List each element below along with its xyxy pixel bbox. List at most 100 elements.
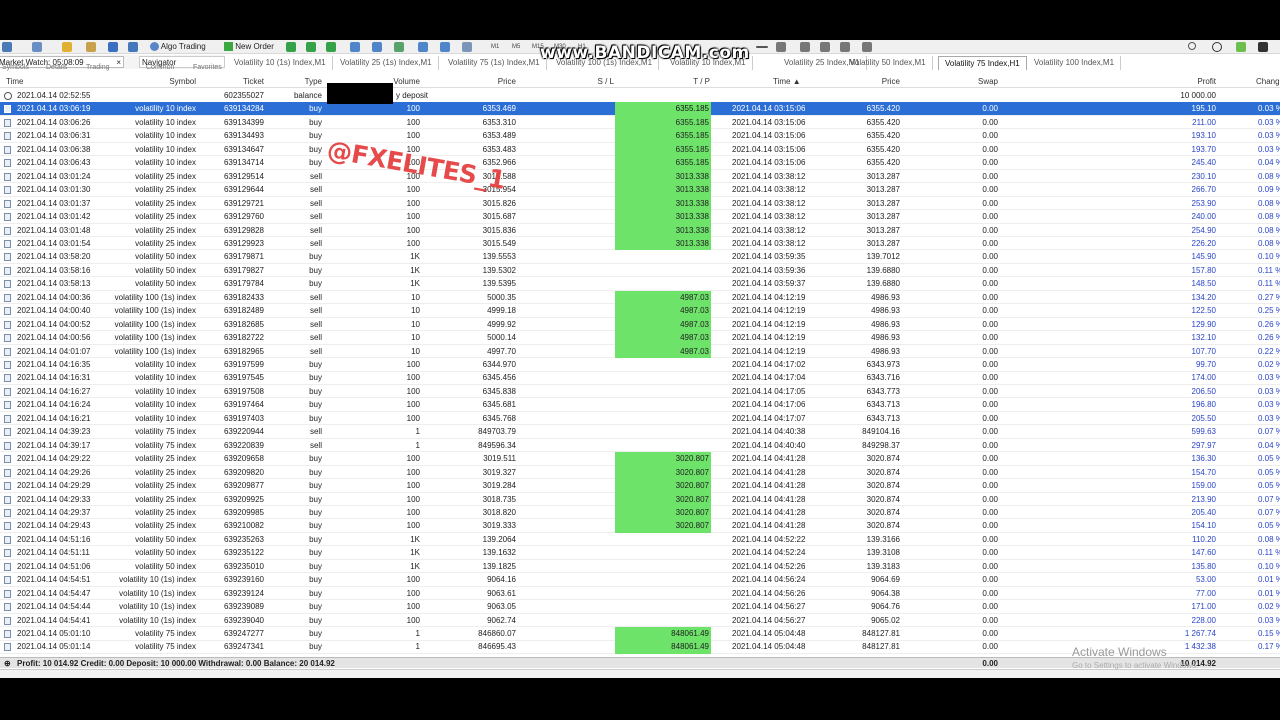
- table-row[interactable]: 2021.04.14 03:01:54 volatility 25 index 63…: [0, 236, 1280, 251]
- table-row[interactable]: 2021.04.14 03:58:13 volatility 50 index 63…: [0, 277, 1280, 291]
- cell-ticket: 639247277: [223, 629, 264, 638]
- tab-details[interactable]: Details: [46, 64, 67, 71]
- col-time[interactable]: Time: [6, 76, 23, 88]
- table-row[interactable]: 2021.04.14 04:00:56 volatility 100 (1s) i…: [0, 331, 1280, 345]
- col-price[interactable]: Price: [436, 76, 516, 88]
- chart-tab-6[interactable]: Volatility 50 Index,M1: [844, 56, 933, 70]
- table-row[interactable]: 2021.04.14 03:58:16 volatility 50 index 63…: [0, 264, 1280, 278]
- col-change[interactable]: Chang: [1256, 76, 1280, 88]
- table-row[interactable]: 2021.04.14 03:01:30 volatility 25 index 63…: [0, 183, 1280, 197]
- table-row[interactable]: 2021.04.14 04:29:22 volatility 25 index 63…: [0, 452, 1280, 466]
- community-icon[interactable]: [1236, 42, 1246, 52]
- table-row[interactable]: 2021.04.14 04:51:06 volatility 50 index 63…: [0, 560, 1280, 574]
- chart-tab-1[interactable]: Volatility 25 (1s) Index,M1: [334, 56, 439, 70]
- table-row[interactable]: 2021.04.14 04:39:17 volatility 75 index 63…: [0, 439, 1280, 453]
- table-row[interactable]: 2021.04.14 04:51:16 volatility 50 index 63…: [0, 533, 1280, 547]
- table-row[interactable]: 2021.04.14 03:06:31 volatility 10 index 63…: [0, 129, 1280, 143]
- candles-icon[interactable]: [306, 42, 316, 52]
- channel-icon[interactable]: [800, 42, 810, 52]
- table-row[interactable]: 2021.04.14 04:29:26 volatility 25 index 63…: [0, 465, 1280, 480]
- col-type[interactable]: Type: [272, 76, 322, 88]
- autoscroll-icon[interactable]: [418, 42, 428, 52]
- terminal-icon[interactable]: [108, 42, 118, 52]
- table-row[interactable]: 2021.04.14 04:29:43 volatility 25 index 63…: [0, 519, 1280, 533]
- tf-m1[interactable]: M1: [491, 42, 499, 52]
- account-icon[interactable]: [1212, 42, 1222, 52]
- table-row[interactable]: 2021.04.14 04:16:35 volatility 10 index 63…: [0, 358, 1280, 372]
- zoom-out-icon[interactable]: [372, 42, 382, 52]
- col-symbol[interactable]: Symbol: [100, 76, 196, 88]
- tab-common[interactable]: Common: [146, 64, 174, 71]
- chart-tab-8[interactable]: Volatility 100 Index,M1: [1028, 56, 1122, 70]
- text-tool-icon[interactable]: [840, 42, 850, 52]
- cell-sl: [560, 304, 614, 318]
- col-swap[interactable]: Swap: [940, 76, 998, 88]
- col-time2[interactable]: Time ▲: [773, 76, 801, 88]
- chart-shift-icon[interactable]: [440, 42, 450, 52]
- zoom-in-icon[interactable]: [350, 42, 360, 52]
- cell-close-time: 2021.04.14 05:04:48: [732, 642, 806, 652]
- table-row[interactable]: 2021.04.14 04:00:36 volatility 100 (1s) i…: [0, 290, 1280, 305]
- chart-icon[interactable]: [2, 42, 12, 52]
- table-row[interactable]: 2021.04.14 04:54:41 volatility 10 (1s) in…: [0, 614, 1280, 628]
- table-row[interactable]: 2021.04.14 04:16:21 volatility 10 index 63…: [0, 412, 1280, 426]
- line-chart-icon[interactable]: [326, 42, 336, 52]
- table-row[interactable]: 2021.04.14 03:06:19 volatility 10 index 63…: [0, 102, 1280, 116]
- col-price2[interactable]: Price: [820, 76, 900, 88]
- table-row[interactable]: 2021.04.14 04:16:31 volatility 10 index 63…: [0, 371, 1280, 385]
- indicators-icon[interactable]: [462, 42, 472, 52]
- table-row[interactable]: 2021.04.14 04:16:27 volatility 10 index 63…: [0, 385, 1280, 399]
- shapes-icon[interactable]: [862, 42, 872, 52]
- trendline-icon[interactable]: [776, 42, 786, 52]
- chart-tab-3[interactable]: Volatility 100 (1s) Index,M1: [550, 56, 660, 70]
- table-row[interactable]: 2021.04.14 04:51:11 volatility 50 index 63…: [0, 546, 1280, 560]
- close-icon[interactable]: ×: [116, 57, 121, 69]
- chart-tab-2[interactable]: Volatility 75 (1s) Index,M1: [442, 56, 547, 70]
- signals-icon[interactable]: [86, 42, 96, 52]
- col-sl[interactable]: S / L: [560, 76, 614, 88]
- table-row[interactable]: 2021.04.14 04:29:29 volatility 25 index 63…: [0, 479, 1280, 493]
- table-row[interactable]: 2021.04.14 03:06:43 volatility 10 index 63…: [0, 156, 1280, 170]
- table-row[interactable]: 2021.04.14 04:01:07 volatility 100 (1s) i…: [0, 344, 1280, 359]
- table-row[interactable]: 2021.04.14 04:54:44 volatility 10 (1s) in…: [0, 600, 1280, 614]
- chart-tab-4[interactable]: Volatility 10 Index,M1: [664, 56, 753, 70]
- algo-trading-button[interactable]: Algo Trading: [150, 41, 206, 53]
- table-row[interactable]: 2021.04.14 03:06:26 volatility 10 index 63…: [0, 115, 1280, 130]
- table-row[interactable]: 2021.04.14 04:54:51 volatility 10 (1s) in…: [0, 573, 1280, 587]
- fibonacci-icon[interactable]: [820, 42, 830, 52]
- table-row[interactable]: 2021.04.14 03:01:48 volatility 25 index 63…: [0, 223, 1280, 237]
- cell-ticket: 639129644: [223, 185, 264, 195]
- market-icon[interactable]: [62, 42, 72, 52]
- tf-m5[interactable]: M5: [512, 42, 520, 52]
- new-order-button[interactable]: New Order: [224, 41, 274, 53]
- table-row[interactable]: 2021.04.14 04:54:47 volatility 10 (1s) in…: [0, 587, 1280, 601]
- table-row[interactable]: 2021.04.14 03:58:20 volatility 50 index 63…: [0, 250, 1280, 264]
- col-tp[interactable]: T / P: [640, 76, 710, 88]
- col-profit[interactable]: Profit: [1130, 76, 1216, 88]
- table-row[interactable]: 2021.04.14 04:29:37 volatility 25 index 63…: [0, 505, 1280, 520]
- table-row[interactable]: 2021.04.14 05:01:10 volatility 75 index 63…: [0, 627, 1280, 641]
- table-row[interactable]: 2021.04.14 03:01:42 volatility 25 index 63…: [0, 210, 1280, 224]
- chart-tab-0[interactable]: Volatility 10 (1s) Index,M1: [228, 56, 333, 70]
- profiles-icon[interactable]: [32, 42, 42, 52]
- search-icon[interactable]: [1188, 42, 1196, 50]
- col-ticket[interactable]: Ticket: [200, 76, 264, 88]
- table-row[interactable]: 2021.04.14 04:39:23 volatility 75 index 63…: [0, 425, 1280, 439]
- table-row[interactable]: 2021.04.14 03:01:24 volatility 25 index 63…: [0, 169, 1280, 184]
- bar-chart-icon[interactable]: [286, 42, 296, 52]
- table-row[interactable]: 2021.04.14 04:29:33 volatility 25 index 63…: [0, 492, 1280, 506]
- table-row[interactable]: 2021.04.14 03:06:38 volatility 10 index 63…: [0, 142, 1280, 157]
- chart-tab-7[interactable]: Volatility 75 Index,H1: [938, 56, 1027, 70]
- balance-row[interactable]: 2021.04.14 02:52:55 602355027 balance y dep…: [0, 89, 1280, 103]
- table-row[interactable]: 2021.04.14 03:01:37 volatility 25 index 63…: [0, 196, 1280, 211]
- cell-ticket: 639197599: [223, 360, 264, 369]
- tester-icon[interactable]: [128, 42, 138, 52]
- table-row[interactable]: 2021.04.14 04:00:40 volatility 100 (1s) i…: [0, 304, 1280, 318]
- grid-icon[interactable]: [394, 42, 404, 52]
- tab-symbols[interactable]: Symbols: [2, 64, 29, 71]
- horizontal-line-icon[interactable]: [756, 46, 768, 48]
- tab-favorites[interactable]: Favorites: [193, 64, 222, 71]
- tab-trading[interactable]: Trading: [86, 64, 109, 71]
- table-row[interactable]: 2021.04.14 04:16:24 volatility 10 index 63…: [0, 398, 1280, 412]
- table-row[interactable]: 2021.04.14 04:00:52 volatility 100 (1s) i…: [0, 317, 1280, 332]
